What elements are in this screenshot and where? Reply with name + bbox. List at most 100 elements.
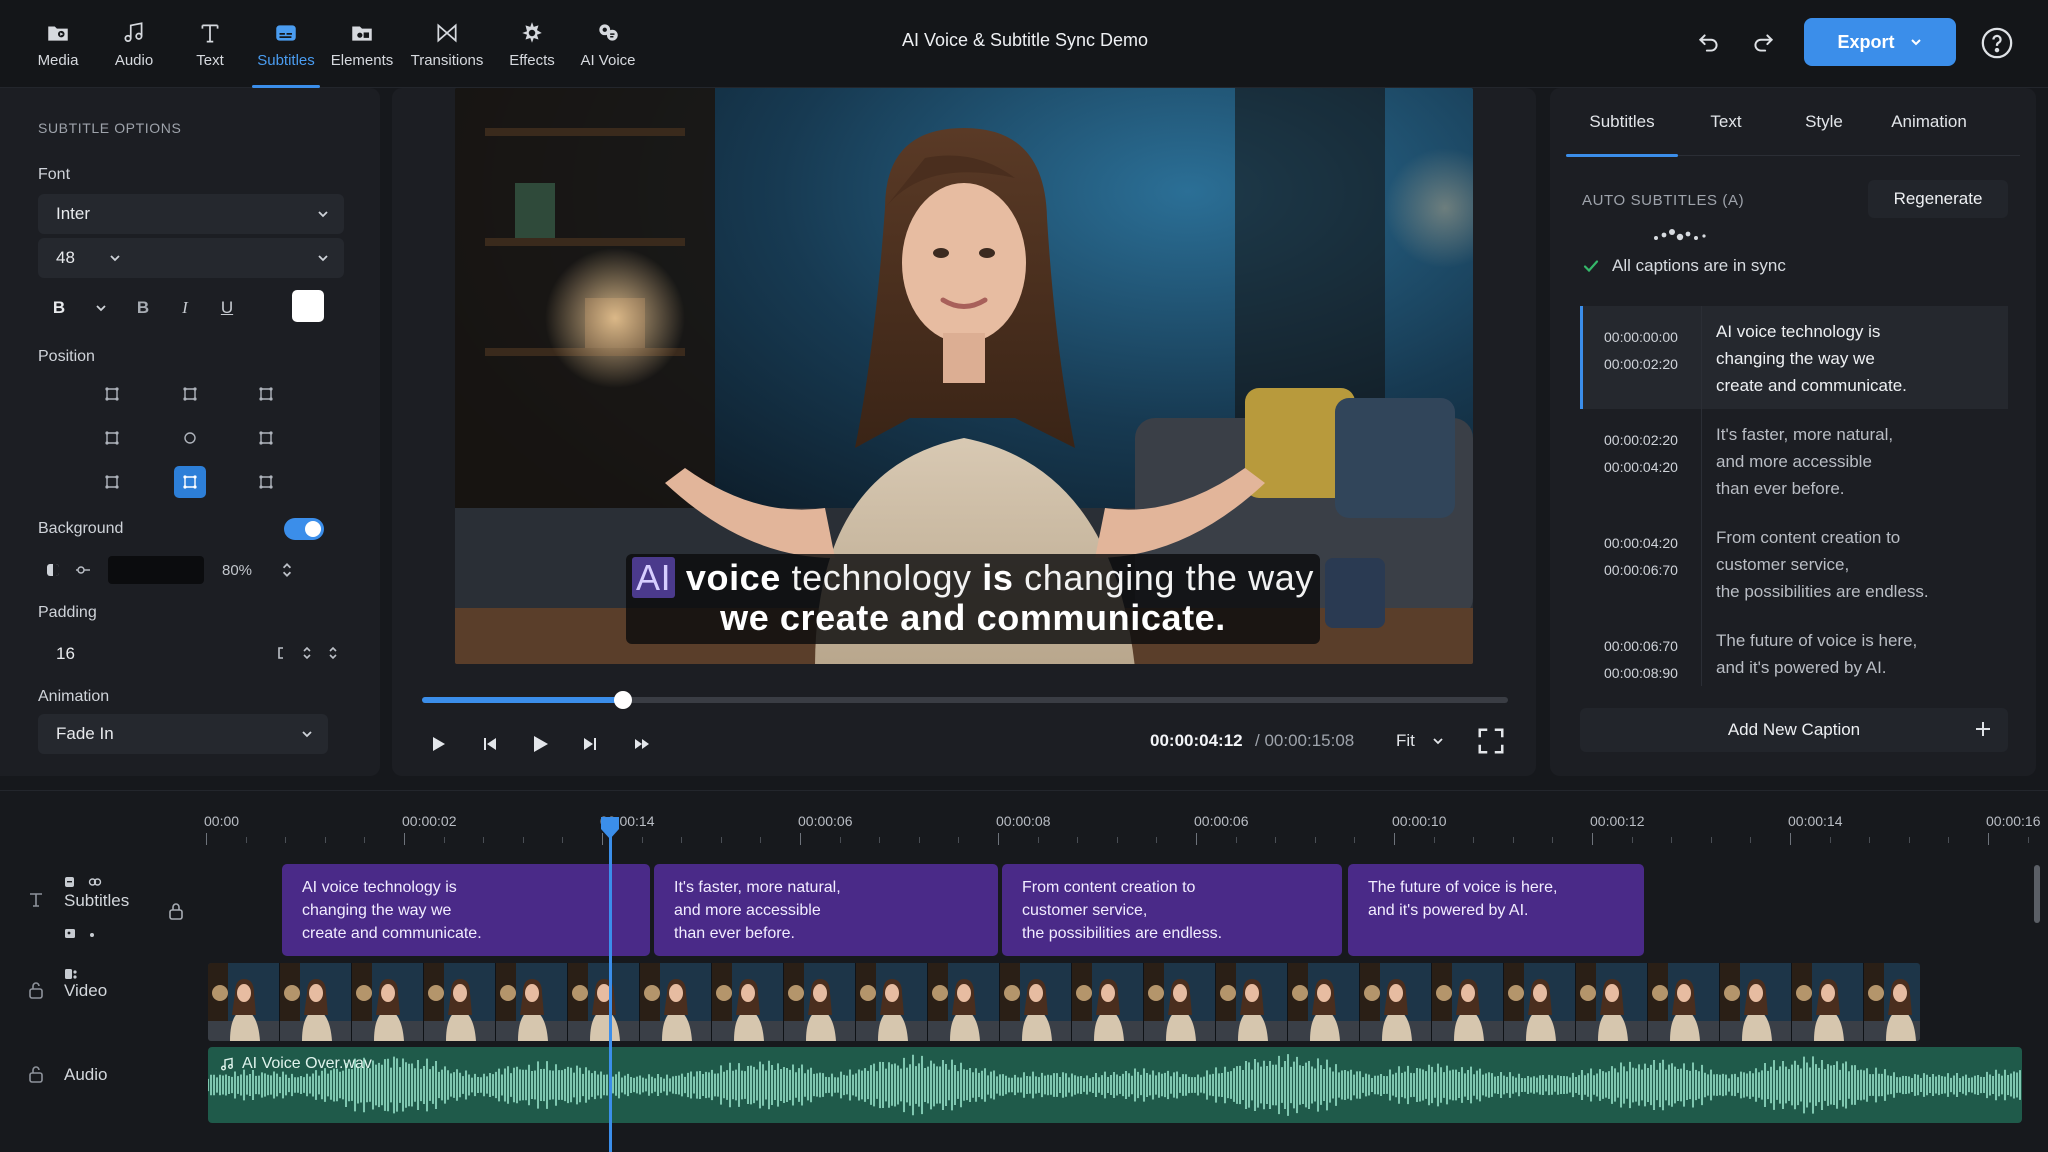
skip-forward-button[interactable] [574,728,606,760]
position-middle-left-button[interactable] [96,422,128,454]
video-clip[interactable] [208,963,1920,1041]
caption-text[interactable]: The future of voice is here, and it's po… [1702,615,2008,686]
tool-elements[interactable]: Elements [324,0,400,88]
tool-media[interactable]: Media [20,0,96,88]
subtitle-clip[interactable]: From content creation to customer servic… [1002,864,1342,956]
video-thumbnail [1720,963,1792,1041]
caption-text[interactable]: From content creation to customer servic… [1702,512,2008,615]
ruler-label: 00:00:08 [996,813,1051,829]
opacity-slider-handle[interactable] [68,555,98,585]
timeline-scrollbar[interactable] [2034,865,2040,923]
bold-button[interactable]: B [38,290,80,326]
padding-input[interactable]: 16 [38,634,344,674]
caption-text[interactable]: It's faster, more natural, and more acce… [1702,409,2008,512]
position-middle-right-button[interactable] [250,422,282,454]
caption-line: and it's powered by AI. [1716,658,1887,677]
tool-text[interactable]: Text [172,0,248,88]
caption-item[interactable]: 00:00:00:00 00:00:02:20 AI voice technol… [1580,306,2008,409]
redo-button[interactable] [1746,26,1780,60]
export-button[interactable]: Export [1804,18,1956,66]
subtitle-clip[interactable]: It's faster, more natural, and more acce… [654,864,998,956]
stepper-icon[interactable] [300,646,314,660]
background-color-swatch[interactable] [108,556,204,584]
caption-line: and more accessible [1716,452,1872,471]
ruler-minor-tick [1631,837,1633,843]
ruler-minor-tick [1948,837,1950,843]
opacity-stepper[interactable] [272,555,302,585]
font-select[interactable]: Inter [38,194,344,234]
background-style-button[interactable] [38,555,68,585]
tool-label: Elements [330,51,394,69]
text-color-swatch[interactable] [292,290,324,322]
background-toggle[interactable] [284,518,324,540]
caption-overlay[interactable]: AI voice technology is changing the way … [626,554,1320,644]
play-button-small[interactable] [422,728,454,760]
play-button[interactable] [524,728,556,760]
clip-line: customer service, [1022,902,1148,919]
tool-subtitles[interactable]: Subtitles [248,0,324,88]
subtitle-clip[interactable]: The future of voice is here, and it's po… [1348,864,1644,956]
caption-item[interactable]: 00:00:02:20 00:00:04:20 It's faster, mor… [1580,409,2008,512]
image-icon[interactable] [64,927,78,941]
auto-subtitles-heading: AUTO SUBTITLES (A) [1582,192,1745,209]
timeline-ruler[interactable]: 00:00 00:00:02 00:00:14 00:00:06 00:00:08 00:… [204,791,2048,847]
zoom-select[interactable]: Fit [1396,731,1445,751]
position-bottom-right-button[interactable] [250,466,282,498]
playhead-line[interactable] [609,821,612,1152]
progress-fill [422,697,623,703]
underline-button[interactable]: U [206,290,248,326]
position-bottom-left-button[interactable] [96,466,128,498]
position-top-left-button[interactable] [96,378,128,410]
caption-end: 00:00:08:90 [1604,665,1678,681]
tool-transitions[interactable]: Transitions [400,0,494,88]
tool-ai-voice[interactable]: AI Voice [570,0,646,88]
fullscreen-icon[interactable] [1476,726,1506,756]
bold-toggle[interactable]: B [122,290,164,326]
video-thumbnail [1000,963,1072,1041]
position-top-right-button[interactable] [250,378,282,410]
ruler-minor-tick [1433,837,1435,843]
caption-word: voice [685,557,781,598]
track-video[interactable]: Video [0,977,200,1005]
tab-style[interactable]: Style [1774,88,1874,156]
video-thumbnail [1864,963,1920,1041]
undo-button[interactable] [1692,26,1726,60]
lock-icon[interactable] [166,901,186,921]
playback-progress-bar[interactable] [422,691,1508,709]
font-size-select[interactable]: 48 [38,238,344,278]
skip-back-button[interactable] [474,728,506,760]
slider-icon [76,566,90,574]
progress-handle[interactable] [613,691,632,709]
tab-animation[interactable]: Animation [1874,88,1984,156]
position-middle-center-button[interactable] [174,422,206,454]
italic-button[interactable]: I [164,290,206,326]
position-bottom-center-button[interactable] [174,466,206,498]
add-caption-button[interactable]: Add New Caption [1580,708,2008,752]
position-top-center-button[interactable] [174,378,206,410]
skip-back-icon [484,738,496,750]
tab-text[interactable]: Text [1678,88,1774,156]
playhead-handle-icon[interactable] [598,815,622,841]
caption-item[interactable]: 00:00:04:20 00:00:06:70 From content cre… [1580,512,2008,615]
tab-subtitles[interactable]: Subtitles [1566,88,1678,157]
track-audio-label: Audio [64,1065,108,1084]
regenerate-button[interactable]: Regenerate [1868,180,2008,218]
stepper-icon[interactable] [326,646,340,660]
loop-button[interactable] [626,728,658,760]
clip-line: than ever before. [674,925,795,942]
caption-item[interactable]: 00:00:06:70 00:00:08:90 The future of vo… [1580,615,2008,686]
video-thumbnail [352,963,424,1041]
plus-icon [1976,722,1990,736]
caption-text[interactable]: AI voice technology is changing the way … [1702,306,2008,409]
track-audio[interactable]: Audio [0,1061,200,1089]
audio-clip[interactable]: AI Voice Over.wav [208,1047,2022,1123]
tool-effects[interactable]: Effects [494,0,570,88]
subtitle-clip[interactable]: AI voice technology is changing the way … [282,864,650,956]
tool-audio[interactable]: Audio [96,0,172,88]
weight-dropdown[interactable] [80,290,122,326]
ruler-major-tick [1988,833,1989,845]
help-icon[interactable] [1980,26,2014,60]
bracket-icon[interactable] [274,646,288,660]
audio-file-label: AI Voice Over.wav [242,1055,372,1072]
animation-select[interactable]: Fade In [38,714,328,754]
